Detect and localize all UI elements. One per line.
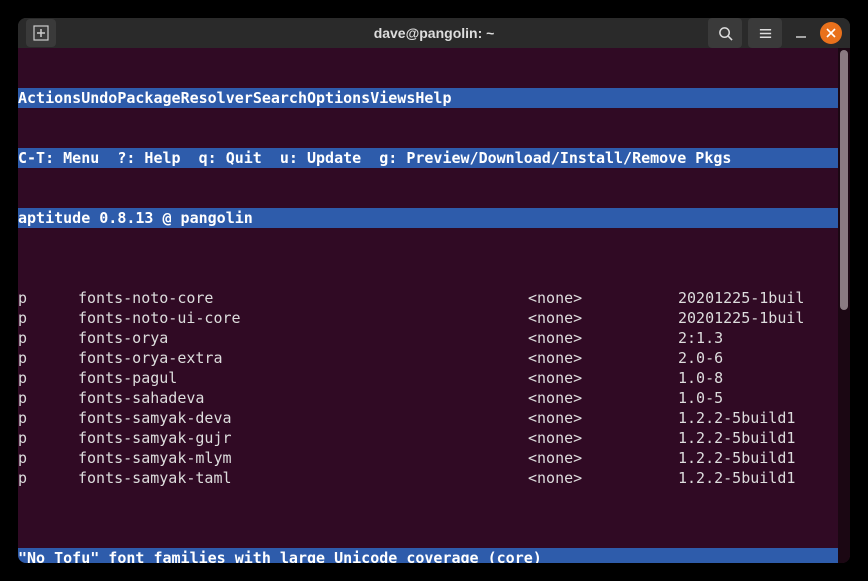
package-row[interactable]: pfonts-orya<none>2:1.3 xyxy=(18,328,838,348)
new-tab-button[interactable] xyxy=(26,19,56,47)
key-hints: C-T: Menu ?: Help q: Quit u: Update g: P… xyxy=(18,148,838,168)
menu-undo[interactable]: Undo xyxy=(81,88,117,108)
menu-actions[interactable]: Actions xyxy=(18,88,81,108)
package-row[interactable]: pfonts-samyak-deva<none>1.2.2-5build1 xyxy=(18,408,838,428)
menu-resolver[interactable]: Resolver xyxy=(181,88,253,108)
hamburger-menu-button[interactable] xyxy=(748,18,782,48)
titlebar: dave@pangolin: ~ xyxy=(18,18,850,48)
package-row[interactable]: pfonts-orya-extra<none>2.0-6 xyxy=(18,348,838,368)
menu-package[interactable]: Package xyxy=(117,88,180,108)
package-row[interactable]: pfonts-noto-core<none>20201225-1buil xyxy=(18,288,838,308)
package-list[interactable]: pfonts-noto-core<none>20201225-1builpfon… xyxy=(18,288,838,488)
aptitude-menubar[interactable]: Actions Undo Package Resolver Search Opt… xyxy=(18,88,838,108)
scroll-thumb[interactable] xyxy=(840,50,848,310)
package-row[interactable]: pfonts-sahadeva<none>1.0-5 xyxy=(18,388,838,408)
menu-options[interactable]: Options xyxy=(307,88,370,108)
scrollbar[interactable] xyxy=(838,48,850,563)
package-row[interactable]: pfonts-samyak-taml<none>1.2.2-5build1 xyxy=(18,468,838,488)
menu-search[interactable]: Search xyxy=(253,88,307,108)
minimize-button[interactable] xyxy=(788,20,814,46)
description-header: "No Tofu" font families with large Unico… xyxy=(18,548,838,563)
menu-views[interactable]: Views xyxy=(370,88,415,108)
package-row[interactable]: pfonts-samyak-gujr<none>1.2.2-5build1 xyxy=(18,428,838,448)
menu-help[interactable]: Help xyxy=(415,88,451,108)
search-button[interactable] xyxy=(708,18,742,48)
close-button[interactable] xyxy=(820,22,842,44)
package-row[interactable]: pfonts-noto-ui-core<none>20201225-1buil xyxy=(18,308,838,328)
package-row[interactable]: pfonts-pagul<none>1.0-8 xyxy=(18,368,838,388)
version-line: aptitude 0.8.13 @ pangolin xyxy=(18,208,838,228)
terminal-area[interactable]: Actions Undo Package Resolver Search Opt… xyxy=(18,48,850,563)
package-row[interactable]: pfonts-samyak-mlym<none>1.2.2-5build1 xyxy=(18,448,838,468)
terminal-content: Actions Undo Package Resolver Search Opt… xyxy=(18,48,838,563)
terminal-window: dave@pangolin: ~ Actions Undo Package Re… xyxy=(18,18,850,563)
